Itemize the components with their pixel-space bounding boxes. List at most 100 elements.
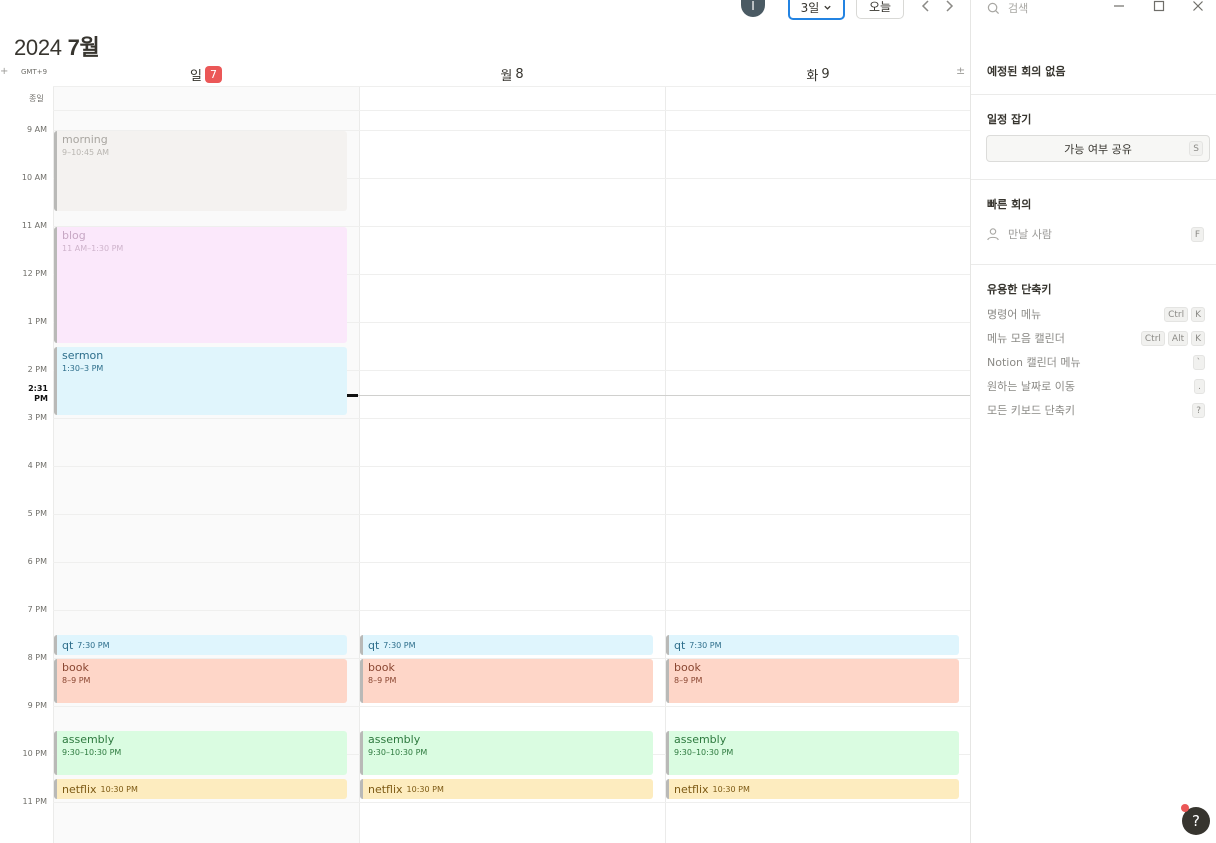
event-title: sermon — [62, 349, 104, 362]
current-time-label: 2:31 PM — [28, 384, 48, 403]
shortcut-key: Ctrl — [1140, 330, 1165, 346]
shortcut-keys: . — [1191, 378, 1205, 394]
event-assembly[interactable]: assembly 9:30–10:30 PM — [360, 731, 653, 775]
meet-with-placeholder: 만날 사람 — [1008, 228, 1052, 241]
hour-label: 12 PM — [22, 269, 47, 278]
hour-label: 8 PM — [27, 653, 47, 662]
event-book[interactable]: book 8–9 PM — [360, 659, 653, 703]
grid-line — [53, 86, 970, 87]
day-column-tue[interactable] — [665, 86, 970, 843]
add-timezone-button[interactable]: + — [0, 66, 8, 77]
day-header-tue[interactable]: 화 9 — [665, 64, 971, 84]
event-book[interactable]: book 8–9 PM — [666, 659, 959, 703]
day-header-sun[interactable]: 일 7 — [53, 64, 359, 84]
hour-grid-line — [53, 706, 970, 707]
day-column-mon[interactable] — [359, 86, 665, 843]
expand-collapse-button[interactable]: ± — [956, 64, 965, 77]
search-input[interactable]: 검색 — [987, 0, 1028, 16]
event-title: assembly — [62, 733, 115, 746]
hour-label: 11 AM — [21, 221, 47, 230]
share-availability-button[interactable]: 가능 여부 공유 S — [986, 135, 1210, 162]
hour-label: 9 AM — [26, 125, 47, 134]
hour-label: 1 PM — [27, 317, 47, 326]
user-avatar[interactable]: I — [741, 0, 765, 17]
shortcut-key: F — [1190, 226, 1204, 242]
shortcut-key: . — [1194, 378, 1205, 394]
event-morning[interactable]: morning 9–10:45 AM — [54, 131, 347, 211]
event-title: netflix — [368, 782, 403, 796]
hour-grid-line — [53, 610, 970, 611]
maximize-icon[interactable] — [1152, 0, 1166, 13]
event-title: book — [62, 661, 89, 674]
shortcut-row[interactable]: 원하는 날짜로 이동. — [987, 378, 1205, 394]
view-selector-label: 3일 — [800, 0, 820, 15]
hour-grid-line — [53, 562, 970, 563]
event-qt[interactable]: qt 7:30 PM — [360, 635, 653, 655]
shortcut-label: 원하는 날짜로 이동 — [987, 380, 1075, 393]
event-title: qt — [674, 638, 686, 652]
event-netflix[interactable]: netflix 10:30 PM — [666, 779, 959, 799]
event-title: netflix — [62, 782, 97, 796]
today-button[interactable]: 오늘 — [856, 0, 904, 19]
person-icon — [987, 228, 999, 241]
event-netflix[interactable]: netflix 10:30 PM — [54, 779, 347, 799]
event-assembly[interactable]: assembly 9:30–10:30 PM — [666, 731, 959, 775]
shortcut-row[interactable]: Notion 캘린더 메뉴 ` — [987, 354, 1205, 370]
page-title: 2024 7월 — [14, 30, 100, 62]
event-title: qt — [368, 638, 380, 652]
no-meetings-label: 예정된 회의 없음 — [987, 65, 1066, 78]
divider — [971, 179, 1216, 180]
shortcut-key: K — [1191, 306, 1205, 322]
event-title: assembly — [368, 733, 421, 746]
hour-label: 5 PM — [27, 509, 47, 518]
view-selector-button[interactable]: 3일 — [788, 0, 845, 20]
chevron-right-icon[interactable] — [941, 0, 957, 14]
meet-with-input[interactable]: 만날 사람 F — [986, 226, 1204, 242]
shortcut-keys: ? — [1189, 402, 1205, 418]
event-time: 9–10:45 AM — [62, 148, 110, 157]
event-time: 1:30–3 PM — [62, 364, 104, 373]
share-availability-label: 가능 여부 공유 — [1064, 142, 1132, 156]
event-qt[interactable]: qt 7:30 PM — [54, 635, 347, 655]
event-title: book — [368, 661, 395, 674]
chevron-left-icon[interactable] — [918, 0, 934, 14]
shortcut-label: 명령어 메뉴 — [987, 308, 1042, 321]
minimize-icon[interactable] — [1112, 0, 1126, 13]
hour-label: 6 PM — [27, 557, 47, 566]
event-title: assembly — [674, 733, 727, 746]
event-book[interactable]: book 8–9 PM — [54, 659, 347, 703]
day-header-mon[interactable]: 월 8 — [359, 64, 665, 84]
hour-label: 10 PM — [22, 749, 47, 758]
event-qt[interactable]: qt 7:30 PM — [666, 635, 959, 655]
shortcut-keys: Ctrl K — [1161, 306, 1205, 322]
event-time: 8–9 PM — [62, 676, 91, 685]
event-time: 7:30 PM — [689, 641, 722, 650]
event-blog[interactable]: blog 11 AM–1:30 PM — [54, 227, 347, 343]
shortcut-key: Ctrl — [1164, 306, 1189, 322]
shortcut-label: Notion 캘린더 메뉴 — [987, 356, 1081, 369]
event-netflix[interactable]: netflix 10:30 PM — [360, 779, 653, 799]
event-time: 9:30–10:30 PM — [674, 748, 734, 757]
weekday-label: 일 — [190, 68, 202, 84]
event-title: morning — [62, 133, 108, 146]
event-title: book — [674, 661, 701, 674]
hour-label: 4 PM — [27, 461, 47, 470]
event-time: 8–9 PM — [674, 676, 703, 685]
date-label: 8 — [515, 66, 524, 82]
schedule-title: 일정 잡기 — [987, 113, 1032, 126]
close-icon[interactable] — [1191, 0, 1205, 13]
search-icon — [987, 2, 1000, 14]
quick-meeting-title: 빠른 회의 — [987, 198, 1032, 211]
weekday-label: 화 — [806, 68, 819, 84]
divider — [971, 264, 1216, 265]
event-assembly[interactable]: assembly 9:30–10:30 PM — [54, 731, 347, 775]
shortcut-row[interactable]: 모든 키보드 단축키? — [987, 402, 1205, 418]
month-label: 7월 — [67, 35, 100, 60]
shortcut-row[interactable]: 명령어 메뉴 Ctrl K — [987, 306, 1205, 322]
divider — [971, 94, 1216, 95]
shortcut-key: K — [1191, 330, 1205, 346]
shortcut-key: ` — [1192, 354, 1205, 370]
hour-label: 11 PM — [22, 797, 47, 806]
shortcut-row[interactable]: 메뉴 모음 캘린더 Ctrl Alt K — [987, 330, 1205, 346]
event-sermon[interactable]: sermon 1:30–3 PM — [54, 347, 347, 415]
